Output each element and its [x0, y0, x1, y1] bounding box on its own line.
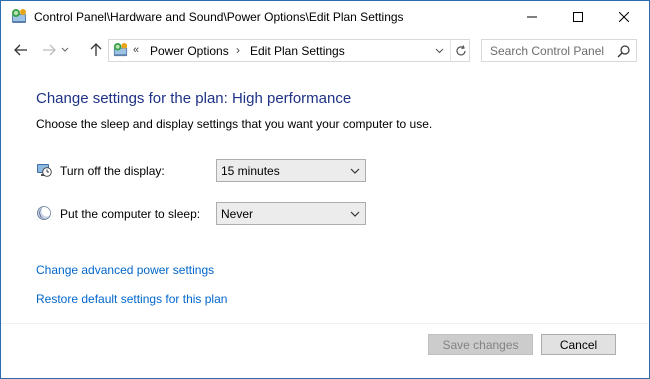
page-heading: Change settings for the plan: High perfo…: [36, 90, 352, 107]
arrow-left-icon: [14, 44, 27, 56]
moon-icon: [37, 205, 52, 220]
close-icon: [619, 12, 629, 22]
breadcrumb-edit-plan-settings[interactable]: Edit Plan Settings: [250, 44, 345, 58]
window: Control Panel\Hardware and Sound\Power O…: [0, 0, 650, 379]
minimize-icon: [527, 16, 537, 18]
monitor-clock-icon: [37, 164, 52, 177]
display-timeout-value: 15 minutes: [221, 164, 280, 178]
forward-button[interactable]: [38, 40, 60, 60]
chevron-down-icon: [435, 48, 443, 53]
arrow-right-icon: [43, 44, 56, 56]
maximize-icon: [573, 12, 583, 22]
search-icon[interactable]: [617, 44, 631, 58]
footer-divider: [1, 323, 649, 324]
chevron-down-icon: [61, 47, 69, 52]
control-panel-icon: [113, 42, 128, 57]
control-panel-icon: [12, 9, 26, 23]
search-input[interactable]: Search Control Panel: [490, 44, 604, 58]
minimize-button[interactable]: [509, 1, 555, 33]
display-timeout-label: Turn off the display:: [60, 164, 165, 178]
recent-locations-button[interactable]: [59, 40, 71, 60]
refresh-button[interactable]: [450, 40, 470, 61]
advanced-power-settings-link[interactable]: Change advanced power settings: [36, 263, 214, 277]
navigation-bar: « Power Options › Edit Plan Settings Sea…: [1, 33, 649, 67]
display-timeout-select[interactable]: 15 minutes: [216, 159, 366, 182]
address-history-dropdown[interactable]: [430, 40, 448, 61]
refresh-icon: [455, 44, 466, 55]
sleep-timeout-value: Never: [221, 207, 254, 221]
address-bar[interactable]: « Power Options › Edit Plan Settings: [108, 39, 470, 62]
save-changes-button[interactable]: Save changes: [428, 334, 533, 355]
arrow-up-icon: [90, 43, 102, 56]
chevron-down-icon: [350, 211, 360, 217]
breadcrumb-separator[interactable]: ›: [236, 43, 240, 57]
sleep-timeout-select[interactable]: Never: [216, 202, 366, 225]
up-button[interactable]: [85, 40, 107, 60]
page-description: Choose the sleep and display settings th…: [36, 117, 433, 131]
maximize-button[interactable]: [555, 1, 601, 33]
sleep-timeout-label: Put the computer to sleep:: [60, 207, 201, 221]
back-button[interactable]: [10, 40, 32, 60]
close-button[interactable]: [601, 1, 647, 33]
title-bar: Control Panel\Hardware and Sound\Power O…: [1, 1, 649, 33]
cancel-button[interactable]: Cancel: [541, 334, 616, 355]
chevron-down-icon: [350, 168, 360, 174]
restore-defaults-link[interactable]: Restore default settings for this plan: [36, 292, 227, 306]
breadcrumb-power-options[interactable]: Power Options: [150, 44, 229, 58]
window-title: Control Panel\Hardware and Sound\Power O…: [34, 10, 404, 24]
search-box[interactable]: Search Control Panel: [481, 39, 637, 62]
breadcrumb-overflow[interactable]: «: [133, 44, 139, 56]
